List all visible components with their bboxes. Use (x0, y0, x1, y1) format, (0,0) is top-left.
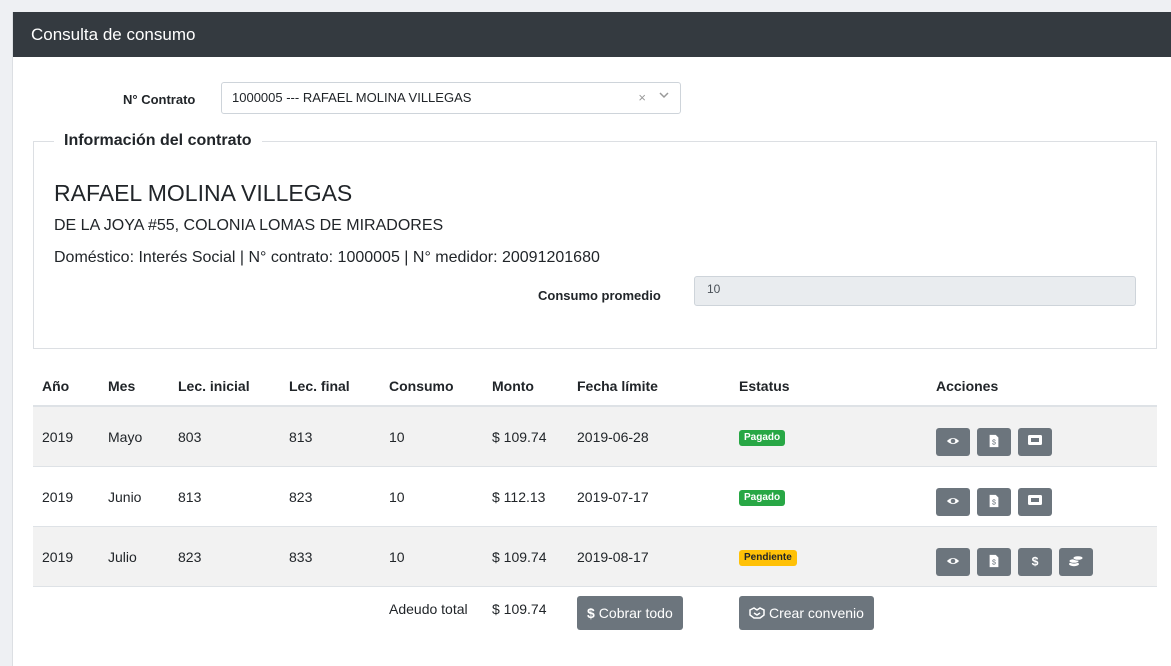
cell-year: 2019 (33, 405, 99, 467)
invoice-button[interactable]: $ (976, 487, 1011, 516)
view-button[interactable] (936, 547, 970, 576)
view-button[interactable] (936, 427, 970, 456)
contract-selector-row: N° Contrato 1000005 --- RAFAEL MOLINA VI… (13, 82, 713, 116)
cell-end-reading: 813 (280, 405, 380, 467)
contract-select[interactable]: 1000005 --- RAFAEL MOLINA VILLEGAS × (221, 82, 681, 114)
column-header-status: Estatus (730, 367, 927, 407)
status-badge: Pagado (739, 490, 786, 506)
cell-due-date: 2019-07-17 (568, 466, 730, 527)
cell-end-reading: 833 (280, 526, 380, 587)
handshake-icon (749, 607, 765, 619)
card-header: Consulta de consumo (13, 12, 1171, 57)
view-button[interactable] (936, 487, 970, 516)
table-row: 2019 Mayo 803 813 10 $ 109.74 2019-06-28… (33, 405, 1157, 467)
contract-label: N° Contrato (123, 92, 196, 107)
cell-end-reading: 823 (280, 466, 380, 527)
cell-year: 2019 (33, 526, 99, 587)
ticket-icon (1027, 434, 1042, 445)
cell-actions: $ (927, 405, 1157, 467)
cell-consumption: 10 (380, 526, 483, 587)
column-header-start-reading: Lec. inicial (169, 367, 280, 407)
contract-info-legend: Información del contrato (64, 132, 252, 149)
create-agreement-button[interactable]: Crear convenio (739, 596, 874, 630)
column-header-consumption: Consumo (380, 367, 483, 407)
average-consumption-field: 10 (694, 276, 1136, 306)
pay-all-label: Cobrar todo (598, 605, 673, 621)
holder-name: RAFAEL MOLINA VILLEGAS (54, 180, 353, 206)
dollar-icon: $ (1031, 554, 1038, 568)
table-row: 2019 Junio 813 823 10 $ 112.13 2019-07-1… (33, 466, 1157, 527)
svg-text:$: $ (992, 439, 996, 446)
contract-info-panel: Información del contrato RAFAEL MOLINA V… (33, 132, 1157, 349)
column-header-actions: Acciones (927, 367, 1157, 407)
invoice-icon: $ (989, 434, 999, 447)
holder-address: DE LA JOYA #55, COLONIA LOMAS DE MIRADOR… (54, 217, 444, 234)
total-label: Adeudo total (380, 586, 483, 651)
invoice-icon: $ (989, 554, 999, 567)
cell-amount: $ 112.13 (483, 466, 568, 527)
create-agreement-label: Crear convenio (769, 605, 864, 621)
column-header-due-date: Fecha límite (568, 367, 730, 407)
invoice-icon: $ (989, 494, 999, 507)
pay-all-button[interactable]: $ Cobrar todo (577, 596, 683, 630)
cell-start-reading: 823 (169, 526, 280, 587)
coins-button[interactable] (1058, 547, 1093, 576)
chevron-down-icon[interactable] (658, 89, 670, 104)
cell-consumption: 10 (380, 466, 483, 527)
clear-icon[interactable]: × (638, 90, 646, 105)
table-header-row: Año Mes Lec. inicial Lec. final Consumo … (33, 367, 1157, 407)
cell-month: Julio (99, 526, 169, 587)
cell-actions: $ (927, 466, 1157, 527)
agreement-cell: Crear convenio (730, 586, 927, 651)
svg-text:$: $ (992, 559, 996, 566)
ticket-button[interactable] (1017, 487, 1052, 516)
ticket-button[interactable] (1017, 427, 1052, 456)
consumption-card: Consulta de consumo N° Contrato 1000005 … (12, 12, 1171, 666)
coins-icon (1068, 554, 1084, 566)
pay-button[interactable]: $ (1017, 547, 1052, 576)
table-row: 2019 Julio 823 833 10 $ 109.74 2019-08-1… (33, 526, 1157, 587)
svg-text:$: $ (992, 499, 996, 506)
cell-month: Junio (99, 466, 169, 527)
eye-icon (946, 557, 960, 564)
ticket-icon (1027, 494, 1042, 505)
cell-due-date: 2019-06-28 (568, 405, 730, 467)
consumption-table: Año Mes Lec. inicial Lec. final Consumo … (33, 367, 1157, 651)
column-header-year: Año (33, 367, 99, 407)
pay-all-cell: $ Cobrar todo (568, 586, 730, 651)
dollar-icon: $ (587, 605, 595, 621)
cell-amount: $ 109.74 (483, 405, 568, 467)
eye-icon (946, 497, 960, 504)
cell-amount: $ 109.74 (483, 526, 568, 587)
status-badge: Pagado (739, 430, 786, 446)
svg-text:$: $ (1031, 554, 1038, 568)
cell-status: Pagado (730, 466, 927, 527)
cell-consumption: 10 (380, 405, 483, 467)
cell-start-reading: 803 (169, 405, 280, 467)
column-header-amount: Monto (483, 367, 568, 407)
page-title: Consulta de consumo (31, 25, 196, 44)
cell-actions: $ $ (927, 526, 1157, 587)
column-header-end-reading: Lec. final (280, 367, 380, 407)
eye-icon (946, 437, 960, 444)
cell-status: Pendiente (730, 526, 927, 587)
invoice-button[interactable]: $ (976, 547, 1011, 576)
total-value: $ 109.74 (483, 586, 568, 651)
average-consumption-label: Consumo promedio (538, 288, 661, 303)
cell-start-reading: 813 (169, 466, 280, 527)
contract-details: Doméstico: Interés Social | N° contrato:… (54, 249, 600, 266)
column-header-month: Mes (99, 367, 169, 407)
cell-month: Mayo (99, 405, 169, 467)
cell-year: 2019 (33, 466, 99, 527)
status-badge: Pendiente (739, 550, 797, 566)
contract-select-value: 1000005 --- RAFAEL MOLINA VILLEGAS (232, 90, 472, 105)
cell-status: Pagado (730, 405, 927, 467)
invoice-button[interactable]: $ (976, 427, 1011, 456)
cell-due-date: 2019-08-17 (568, 526, 730, 587)
total-row: Adeudo total $ 109.74 $ Cobrar todo Crear… (33, 586, 1157, 651)
